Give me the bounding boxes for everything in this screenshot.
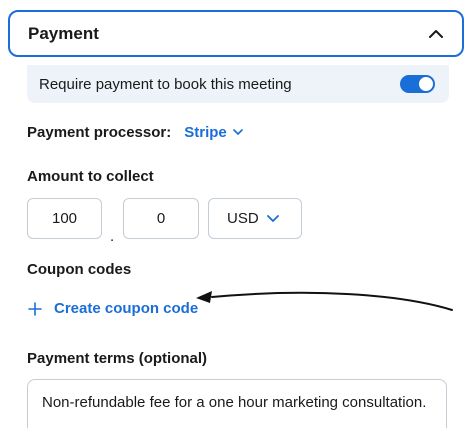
create-coupon-code-label: Create coupon code xyxy=(54,300,199,317)
amount-label: Amount to collect xyxy=(27,168,154,185)
plus-icon xyxy=(27,301,43,317)
section-title: Payment xyxy=(28,23,99,43)
amount-major-input[interactable]: 100 xyxy=(27,198,102,239)
require-payment-label: Require payment to book this meeting xyxy=(39,75,292,93)
toggle-knob xyxy=(418,76,434,92)
chevron-down-icon xyxy=(232,129,243,136)
currency-value: USD xyxy=(227,210,259,227)
amount-separator: . xyxy=(110,228,115,245)
payment-terms-textarea[interactable]: Non-refundable fee for a one hour market… xyxy=(27,379,447,428)
payment-terms-value: Non-refundable fee for a one hour market… xyxy=(42,394,427,411)
amount-minor-value: 0 xyxy=(156,210,166,227)
chevron-up-icon[interactable] xyxy=(428,26,444,42)
require-payment-toggle[interactable] xyxy=(400,75,435,93)
payment-processor-row: Payment processor: Stripe xyxy=(27,124,243,141)
payment-processor-value: Stripe xyxy=(184,124,227,141)
amount-minor-input[interactable]: 0 xyxy=(123,198,199,239)
currency-select[interactable]: USD xyxy=(208,198,302,239)
create-coupon-code-button[interactable]: Create coupon code xyxy=(27,300,198,317)
require-payment-row: Require payment to book this meeting xyxy=(27,65,449,103)
payment-processor-dropdown[interactable]: Stripe xyxy=(184,124,243,141)
annotation-arrow xyxy=(196,291,453,311)
payment-terms-label: Payment terms (optional) xyxy=(27,350,208,367)
chevron-down-icon xyxy=(267,214,279,223)
coupon-codes-label: Coupon codes xyxy=(27,261,132,278)
amount-major-value: 100 xyxy=(51,210,78,227)
payment-processor-label: Payment processor: xyxy=(27,124,172,141)
payment-section-header[interactable]: Payment xyxy=(8,10,464,57)
